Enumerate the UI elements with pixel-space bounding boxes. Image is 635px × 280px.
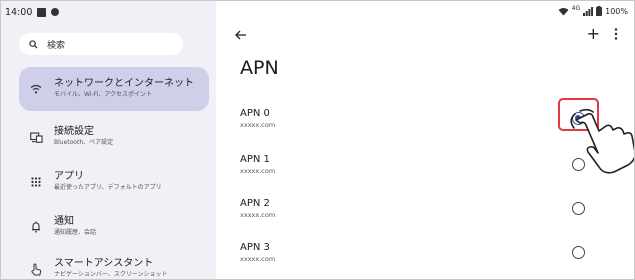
sidebar-item-text: 接続設定 Bluetooth、ペア設定 [54,125,113,147]
sidebar-item-sublabel: モバイル、Wi-Fi、アクセスポイント [54,91,153,98]
sidebar-item-label: アプリ [54,171,84,182]
back-arrow-icon[interactable] [234,28,248,42]
apn-name: APN 0 [240,108,270,119]
status-bar-left: 14:00 [5,5,60,19]
network-type: 4G [571,4,581,12]
notification-dot-icon [51,8,60,16]
sidebar-item-sublabel: Bluetooth、ペア設定 [54,139,114,146]
search-icon [29,39,38,49]
wifi-status-icon [558,7,569,16]
apn-row-2[interactable]: APN 2 xxxxx.com [216,197,634,241]
apn-url: xxxxx.com [240,211,276,219]
apn-url: xxxxx.com [240,121,276,129]
page-title: APN [240,57,279,79]
sidebar-item-network[interactable]: ネットワークとインターネット モバイル、Wi-Fi、アクセスポイント [19,67,209,111]
battery-icon [596,6,603,16]
search-bar[interactable]: 検索 [19,33,183,55]
apn-panel: 4G 100% + APN APN 0 xxxxx.com APN 1 xxxx… [216,1,634,279]
connected-devices-icon [29,130,43,144]
wifi-icon [29,82,43,96]
signal-icon [583,6,594,16]
sidebar-item-apps[interactable]: アプリ 最近使ったアプリ、デフォルトのアプリ [19,164,209,200]
screen: 14:00 検索 ネットワークとインターネット モバイル、Wi-Fi、アクセスポ… [0,0,635,280]
sidebar-item-sublabel: ナビゲーションバー、スクリーンショット [54,271,168,278]
touch-hand-icon [29,262,43,276]
bell-icon [29,220,43,234]
apn-radio[interactable] [572,202,585,215]
settings-sidebar: 14:00 検索 ネットワークとインターネット モバイル、Wi-Fi、アクセスポ… [1,1,216,279]
sidebar-item-text: 通知 通知履歴、会話 [54,215,96,237]
apn-url: xxxxx.com [240,167,276,175]
sidebar-item-text: スマートアシスタント ナビゲーションバー、スクリーンショット [54,257,168,279]
sidebar-item-text: ネットワークとインターネット モバイル、Wi-Fi、アクセスポイント [54,77,194,99]
sidebar-item-smart-assist[interactable]: スマートアシスタント ナビゲーションバー、スクリーンショット [19,253,209,279]
search-placeholder: 検索 [47,40,66,51]
sidebar-item-label: 接続設定 [54,126,94,137]
sidebar-item-label: ネットワークとインターネット [54,78,194,89]
sidebar-item-connections[interactable]: 接続設定 Bluetooth、ペア設定 [19,119,209,155]
sidebar-item-notifications[interactable]: 通知 通知履歴、会話 [19,209,209,245]
status-time: 14:00 [5,6,33,18]
sidebar-item-sublabel: 最近使ったアプリ、デフォルトのアプリ [54,184,162,191]
battery-level: 100% [605,6,628,16]
apn-name: APN 2 [240,198,270,209]
notification-square-icon [37,7,47,17]
apn-radio[interactable] [572,246,585,259]
apn-name: APN 3 [240,242,270,253]
status-bar-right: 4G 100% [558,5,628,17]
apps-grid-icon [29,175,43,189]
sidebar-item-text: アプリ 最近使ったアプリ、デフォルトのアプリ [54,170,162,192]
sidebar-item-label: スマートアシスタント [54,258,154,269]
sidebar-item-label: 通知 [54,216,74,227]
apn-url: xxxxx.com [240,255,276,263]
more-options-icon[interactable] [614,28,618,40]
apn-name: APN 1 [240,154,270,165]
sidebar-item-sublabel: 通知履歴、会話 [54,229,97,236]
tap-hand-icon [570,108,634,174]
apn-row-3[interactable]: APN 3 xxxxx.com [216,241,634,279]
add-apn-button[interactable]: + [587,26,600,42]
